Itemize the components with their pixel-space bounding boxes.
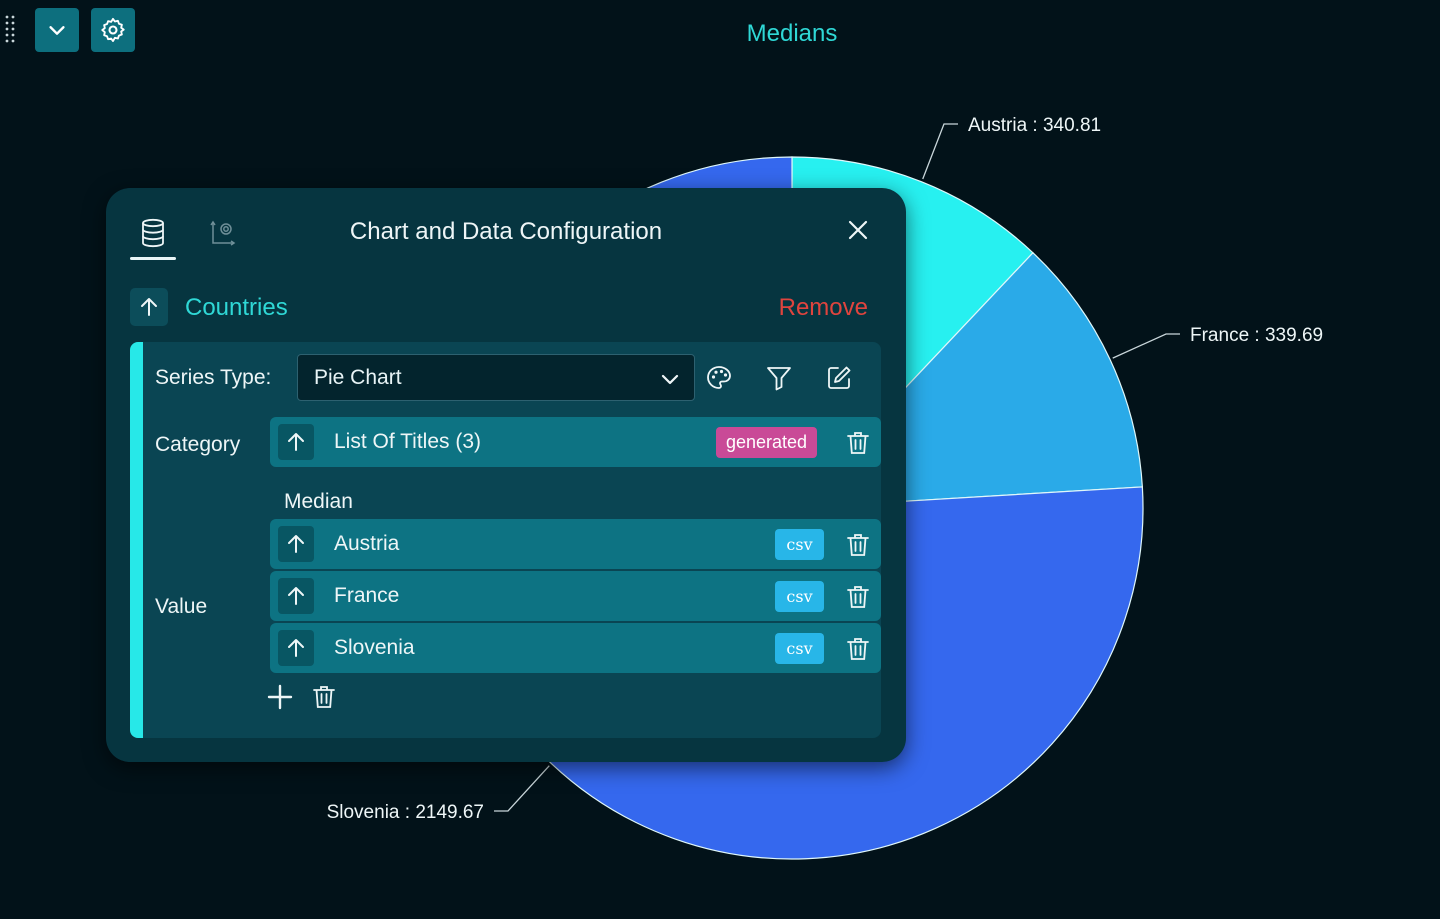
arrow-up-icon [288, 535, 304, 553]
series-name[interactable]: Countries [185, 294, 288, 322]
filter-button[interactable] [763, 362, 795, 394]
trash-icon [313, 686, 335, 708]
trash-icon [847, 432, 869, 454]
series-type-label: Series Type: [155, 366, 272, 389]
database-icon [142, 218, 164, 248]
arrow-up-icon [141, 298, 157, 316]
add-value-button[interactable] [265, 682, 295, 712]
delete-value-button[interactable] [844, 583, 872, 611]
drag-grip-icon[interactable] [4, 14, 18, 48]
settings-button[interactable] [91, 8, 135, 52]
gear-icon [101, 17, 125, 43]
chevron-down-icon [661, 374, 679, 385]
trash-icon [847, 638, 869, 660]
series-card: Series Type: Pie Chart Category List Of … [130, 342, 881, 738]
move-up-button[interactable] [278, 578, 314, 614]
data-label-slovenia: Slovenia : 2149.67 [327, 802, 484, 823]
tab-chart-settings[interactable] [200, 210, 246, 256]
tab-data[interactable] [130, 210, 176, 260]
csv-badge: csv [775, 581, 824, 612]
series-type-select[interactable]: Pie Chart [297, 354, 695, 401]
trash-icon [847, 534, 869, 556]
value-label: Value [155, 595, 208, 618]
arrow-up-icon [288, 433, 304, 451]
leader-line [922, 123, 958, 180]
value-group-label: Median [284, 490, 353, 513]
value-row: Slovenia csv [270, 623, 881, 673]
category-row-text: List Of Titles (3) [334, 430, 482, 453]
chevron-down-icon [49, 26, 65, 35]
filter-icon [767, 367, 791, 391]
delete-all-values-button[interactable] [309, 682, 339, 712]
edit-icon [828, 366, 851, 389]
value-row: Austria csv [270, 519, 881, 569]
panel-title: Chart and Data Configuration [349, 218, 663, 245]
palette-button[interactable] [703, 362, 735, 394]
edit-button[interactable] [823, 362, 855, 394]
plus-icon [267, 684, 293, 710]
data-label-france: France : 339.69 [1190, 325, 1323, 346]
collapse-button[interactable] [35, 8, 79, 52]
leader-line [494, 765, 550, 812]
trash-icon [847, 586, 869, 608]
arrow-up-icon [288, 639, 304, 657]
value-row-text: France [334, 584, 400, 607]
move-up-button[interactable] [278, 526, 314, 562]
value-row-text: Slovenia [334, 636, 415, 659]
arrow-up-icon [288, 587, 304, 605]
category-label: Category [155, 433, 241, 456]
chart-settings-icon [210, 220, 236, 246]
close-icon [848, 220, 868, 240]
generated-badge: generated [716, 427, 818, 458]
data-label-austria: Austria : 340.81 [968, 115, 1101, 136]
move-series-up-button[interactable] [130, 288, 168, 326]
chart-title: Medians [746, 20, 838, 47]
delete-value-button[interactable] [844, 531, 872, 559]
chart-config-panel: Chart and Data Configuration Countries R… [106, 188, 906, 762]
move-up-button[interactable] [278, 424, 314, 460]
value-row-text: Austria [334, 532, 400, 555]
palette-icon [707, 366, 731, 389]
value-row: France csv [270, 571, 881, 621]
delete-category-button[interactable] [844, 429, 872, 457]
category-row: List Of Titles (3) generated [270, 417, 881, 467]
leader-line [1112, 333, 1180, 359]
delete-value-button[interactable] [844, 635, 872, 663]
csv-badge: csv [775, 633, 824, 664]
remove-series-button[interactable]: Remove [779, 294, 868, 322]
close-button[interactable] [842, 214, 874, 246]
move-up-button[interactable] [278, 630, 314, 666]
series-type-value: Pie Chart [314, 365, 402, 389]
csv-badge: csv [775, 529, 824, 560]
